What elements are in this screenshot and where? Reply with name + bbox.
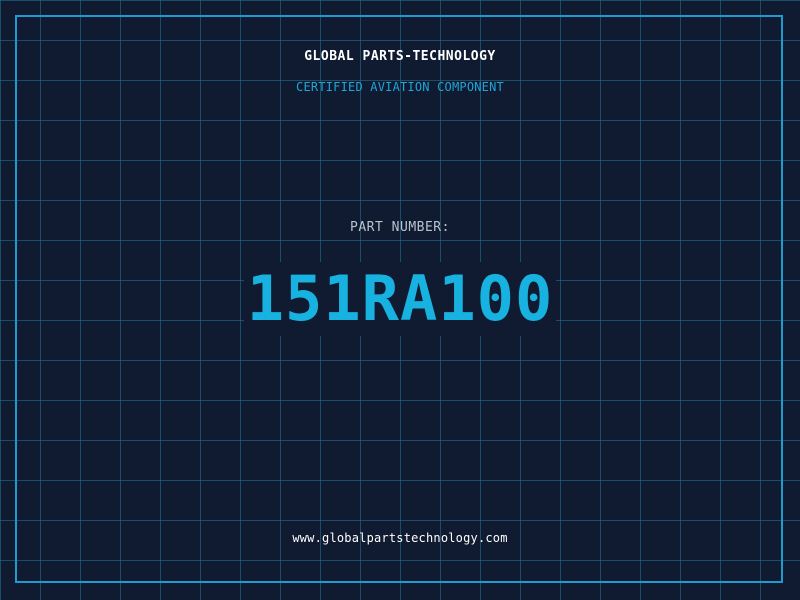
part-number-container: 151RA100	[0, 262, 800, 336]
website-url: www.globalpartstechnology.com	[292, 531, 508, 545]
part-number-label: PART NUMBER:	[350, 220, 450, 235]
certification-tagline: CERTIFIED AVIATION COMPONENT	[296, 80, 504, 94]
part-number-value: 151RA100	[243, 262, 557, 336]
company-name: GLOBAL PARTS-TECHNOLOGY	[304, 49, 496, 64]
blueprint-canvas: GLOBAL PARTS-TECHNOLOGY CERTIFIED AVIATI…	[0, 0, 800, 600]
